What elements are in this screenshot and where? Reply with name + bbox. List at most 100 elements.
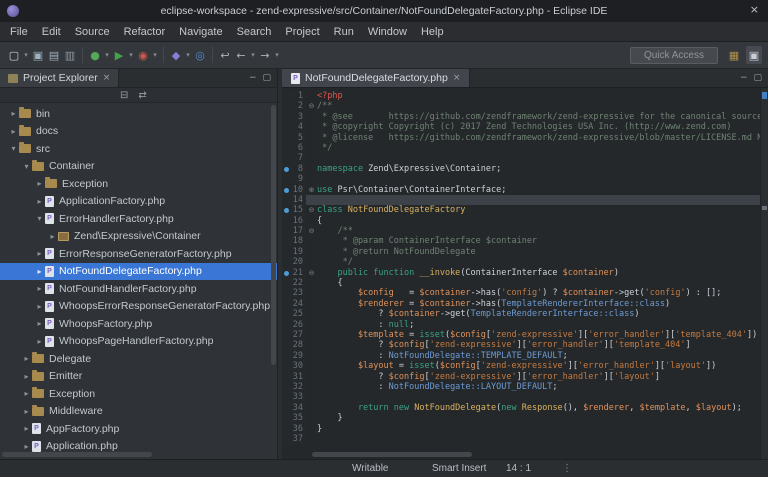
code-line-30[interactable]: 30 $layout = isset($config['zend-express… <box>282 361 760 372</box>
code-line-28[interactable]: 28 ? $config['zend-expressive']['error_h… <box>282 340 760 351</box>
tree-item-container[interactable]: ▾ Container <box>0 158 277 176</box>
collapse-arrow-icon[interactable]: ▸ <box>8 109 19 118</box>
code-line-32[interactable]: 32 : NotFoundDelegate::LAYOUT_DEFAULT; <box>282 381 760 393</box>
collapse-arrow-icon[interactable]: ▸ <box>21 354 32 363</box>
code-line-25[interactable]: 25 ? $container->get(TemplateRendererInt… <box>282 309 760 320</box>
code-line-2[interactable]: 2 ⊖/** <box>282 101 760 112</box>
tree-item-notfoundhandlerfactory-php[interactable]: ▸ P NotFoundHandlerFactory.php <box>0 280 277 298</box>
code-line-5[interactable]: 5 * @license https://github.com/zendfram… <box>282 132 760 143</box>
tree-item-appfactory-php[interactable]: ▸ P AppFactory.php <box>0 420 277 438</box>
php-perspective-icon[interactable]: ▣ <box>746 46 762 64</box>
editor-maximize-icon[interactable]: ▢ <box>753 73 762 83</box>
code-line-35[interactable]: 35 } <box>282 413 760 424</box>
code-line-23[interactable]: 23 $config = $container->has('config') ?… <box>282 288 760 299</box>
collapse-arrow-icon[interactable]: ▸ <box>21 442 32 451</box>
tree-item-exception[interactable]: ▸ Exception <box>0 385 277 403</box>
code-line-29[interactable]: 29 : NotFoundDelegate::TEMPLATE_DEFAULT; <box>282 350 760 362</box>
menu-item-edit[interactable]: Edit <box>35 24 68 40</box>
save-icon[interactable]: ▣ <box>30 46 46 64</box>
collapse-arrow-icon[interactable]: ▸ <box>47 232 58 241</box>
new-wizard-icon[interactable]: ▢ <box>6 46 22 64</box>
overview-marker-icon[interactable] <box>762 92 767 99</box>
code-line-22[interactable]: 22 { <box>282 278 760 289</box>
code-line-26[interactable]: 26 : null; <box>282 319 760 330</box>
back-menu-icon[interactable]: ▾ <box>249 46 257 64</box>
debug-icon[interactable]: ● <box>87 46 103 64</box>
code-line-24[interactable]: 24 $renderer = $container->has(TemplateR… <box>282 298 760 310</box>
expand-arrow-icon[interactable]: ▾ <box>34 214 45 223</box>
code-line-9[interactable]: 9 <box>282 174 760 185</box>
collapse-arrow-icon[interactable]: ▸ <box>21 424 32 433</box>
code-line-10[interactable]: 10 ⊕ use Psr\Container\ContainerInterface; <box>282 184 760 195</box>
save-all-icon[interactable]: ▤ <box>46 46 62 64</box>
code-line-33[interactable]: 33 <box>282 392 760 403</box>
new-wizard-menu-icon[interactable]: ▾ <box>22 46 30 64</box>
explorer-tab-close-icon[interactable]: × <box>103 73 111 83</box>
open-perspective-icon[interactable]: ▦ <box>726 46 742 64</box>
tree-item-docs[interactable]: ▸ docs <box>0 123 277 141</box>
code-line-34[interactable]: 34 return new NotFoundDelegate(new Respo… <box>282 402 760 414</box>
fold-plus-icon[interactable]: ⊕ <box>306 185 317 195</box>
tree-item-zend-expressive-container[interactable]: ▸ Zend\Expressive\Container <box>0 228 277 246</box>
tab-project-explorer[interactable]: Project Explorer × <box>0 69 120 87</box>
editor-minimize-icon[interactable]: − <box>740 73 748 83</box>
collapse-arrow-icon[interactable]: ▸ <box>34 197 45 206</box>
expand-arrow-icon[interactable]: ▾ <box>8 144 19 153</box>
search-icon[interactable]: ◎ <box>192 46 208 64</box>
forward-menu-icon[interactable]: ▾ <box>273 46 281 64</box>
collapse-arrow-icon[interactable]: ▸ <box>34 267 45 276</box>
last-edit-location-icon[interactable]: ↩ <box>217 46 233 64</box>
code-line-14[interactable]: 14 <box>282 194 760 206</box>
code-line-3[interactable]: 3 * @see https://github.com/zendframewor… <box>282 111 760 123</box>
tree-item-whoopserrorresponsegeneratorfactory-php[interactable]: ▸ P WhoopsErrorResponseGeneratorFactory.ph… <box>0 298 277 316</box>
link-with-editor-icon[interactable]: ⇄ <box>138 90 146 101</box>
code-line-21[interactable]: 21 ⊖ public function __invoke(ContainerIn… <box>282 267 760 279</box>
status-overflow-icon[interactable]: ⋮ <box>562 463 572 474</box>
menu-item-run[interactable]: Run <box>327 24 361 40</box>
menu-item-project[interactable]: Project <box>278 24 326 40</box>
editor-horizontal-scrollbar[interactable] <box>312 452 472 457</box>
debug-menu-icon[interactable]: ▾ <box>103 46 111 64</box>
window-close-icon[interactable]: × <box>750 3 759 16</box>
fold-minus-icon[interactable]: ⊖ <box>306 205 317 215</box>
print-icon[interactable]: ▥ <box>62 46 78 64</box>
menu-item-refactor[interactable]: Refactor <box>117 24 173 40</box>
code-line-7[interactable]: 7 <box>282 153 760 164</box>
expand-arrow-icon[interactable]: ▾ <box>21 162 32 171</box>
back-icon[interactable]: ← <box>233 46 249 64</box>
code-line-4[interactable]: 4 * @copyright Copyright (c) 2017 Zend T… <box>282 122 760 133</box>
tree-item-errorresponsegeneratorfactory-php[interactable]: ▸ P ErrorResponseGeneratorFactory.php <box>0 245 277 263</box>
external-tools-menu-icon[interactable]: ▾ <box>151 46 159 64</box>
status-input-mode[interactable]: Smart Insert <box>432 463 486 474</box>
menu-item-help[interactable]: Help <box>414 24 451 40</box>
external-tools-icon[interactable]: ◉ <box>135 46 151 64</box>
tree-item-emitter[interactable]: ▸ Emitter <box>0 368 277 386</box>
collapse-arrow-icon[interactable]: ▸ <box>21 389 32 398</box>
new-php-element-menu-icon[interactable]: ▾ <box>184 46 192 64</box>
fold-minus-icon[interactable]: ⊖ <box>306 226 317 236</box>
collapse-arrow-icon[interactable]: ▸ <box>34 319 45 328</box>
menu-item-search[interactable]: Search <box>230 24 279 40</box>
code-line-6[interactable]: 6 */ <box>282 142 760 154</box>
run-icon[interactable]: ▶ <box>111 46 127 64</box>
overview-marker-secondary-icon[interactable] <box>762 206 767 210</box>
code-line-15[interactable]: 15 ⊖ class NotFoundDelegateFactory <box>282 205 760 216</box>
tree-item-middleware[interactable]: ▸ Middleware <box>0 403 277 421</box>
collapse-arrow-icon[interactable]: ▸ <box>34 337 45 346</box>
menu-item-file[interactable]: File <box>3 24 35 40</box>
explorer-horizontal-scrollbar[interactable] <box>2 452 152 457</box>
collapse-arrow-icon[interactable]: ▸ <box>21 372 32 381</box>
collapse-arrow-icon[interactable]: ▸ <box>34 249 45 258</box>
explorer-maximize-icon[interactable]: ▢ <box>262 73 271 83</box>
code-line-18[interactable]: 18 * @param ContainerInterface $containe… <box>282 236 760 247</box>
tree-item-whoopspagehandlerfactory-php[interactable]: ▸ P WhoopsPageHandlerFactory.php <box>0 333 277 351</box>
menu-item-source[interactable]: Source <box>68 24 117 40</box>
new-php-element-icon[interactable]: ◆ <box>168 46 184 64</box>
tree-item-exception[interactable]: ▸ Exception <box>0 175 277 193</box>
code-line-17[interactable]: 17 ⊖ /** <box>282 226 760 237</box>
forward-icon[interactable]: → <box>257 46 273 64</box>
fold-minus-icon[interactable]: ⊖ <box>306 268 317 278</box>
code-line-1[interactable]: 1 <?php <box>282 91 760 102</box>
code-line-20[interactable]: 20 */ <box>282 257 760 268</box>
tree-item-applicationfactory-php[interactable]: ▸ P ApplicationFactory.php <box>0 193 277 211</box>
